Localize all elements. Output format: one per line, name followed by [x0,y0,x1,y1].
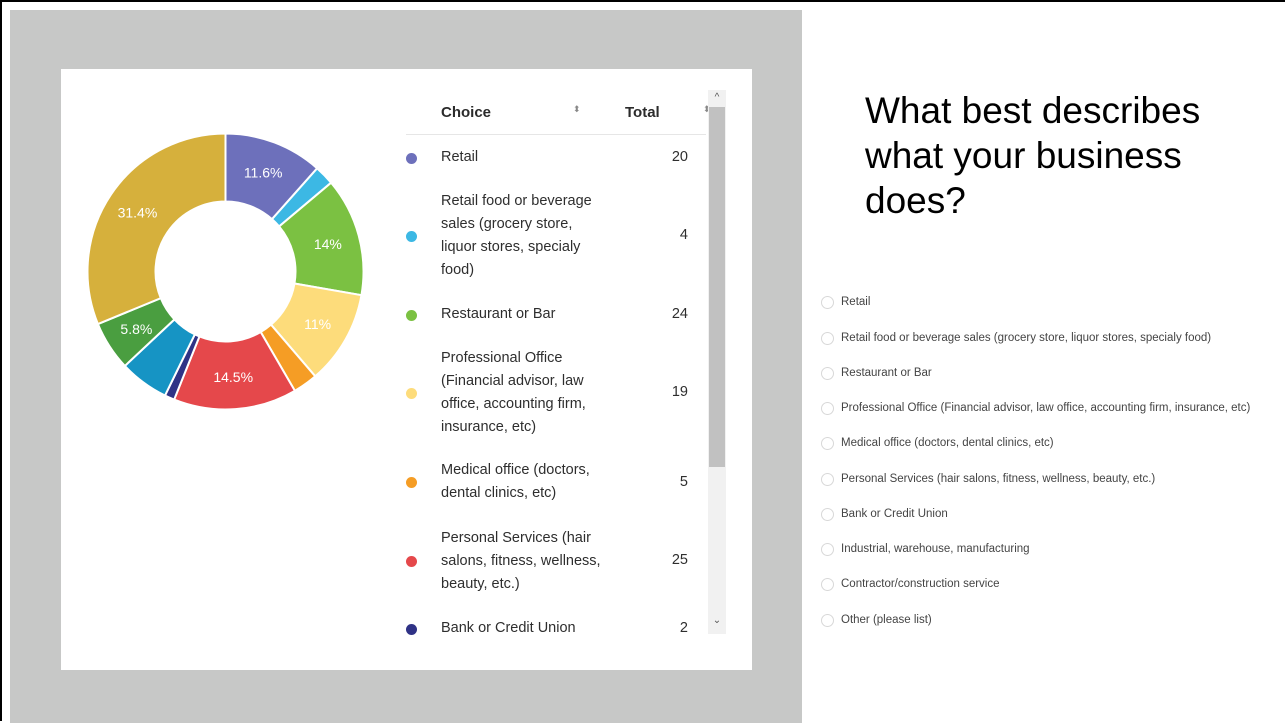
choice-cell: Professional Office (Financial advisor, … [441,350,586,435]
choice-cell: Personal Services (hair salons, fitness,… [441,530,601,592]
slice-data-label: 14% [314,236,342,252]
option-label: Retail food or beverage sales (grocery s… [841,332,1212,344]
choice-column-header[interactable]: Choice [441,104,491,121]
table-row: Retail 20 [406,146,706,170]
option-label: Professional Office (Financial advisor, … [841,402,1251,414]
legend-color-dot [406,477,417,488]
choice-cell: Bank or Credit Union [441,620,576,635]
slice-data-label: 31.4% [118,205,158,221]
choice-cell: Restaurant or Bar [441,306,556,322]
table-row: Medical office (doctors, dental clinics,… [406,459,706,505]
legend-color-dot [406,153,417,164]
slice-data-label: 11.6% [244,164,283,180]
option-label: Personal Services (hair salons, fitness,… [841,473,1156,485]
legend-color-dot [406,624,417,635]
slide: 11.6% 14% 11% 14.5% 5.8% 31.4% Choice ⬍ Total… [0,0,1285,723]
table-row: Professional Office (Financial advisor, … [406,347,706,439]
legend-color-dot [406,388,417,399]
question-title: What best describes what your business d… [865,90,1201,221]
scroll-up-icon[interactable]: ^ [708,92,726,103]
sort-icon[interactable]: ⬍ [573,105,581,114]
legend-color-dot [406,231,417,242]
legend-color-dot [406,556,417,567]
table-row: Personal Services (hair salons, fitness,… [406,527,706,596]
radio-button[interactable] [821,543,834,556]
table-row: Retail food or beverage sales (grocery s… [406,190,706,282]
legend-color-dot [406,310,417,321]
table-scrollbar[interactable]: ^ ⌄ [708,90,726,634]
choice-cell: Medical office (doctors, dental clinics,… [441,462,590,501]
radio-button[interactable] [821,473,834,486]
total-cell: 5 [679,474,688,490]
radio-button[interactable] [821,437,834,450]
radio-button[interactable] [821,367,834,380]
option-label: Industrial, warehouse, manufacturing [841,543,1030,555]
total-cell: 19 [671,384,688,400]
scroll-down-icon[interactable]: ⌄ [708,615,726,626]
slice-data-label: 5.8% [120,321,152,337]
total-cell: 4 [679,227,688,243]
radio-button[interactable] [821,296,834,309]
radio-button[interactable] [821,508,834,521]
total-column-header[interactable]: Total [625,104,660,121]
option-label: Medical office (doctors, dental clinics,… [841,437,1054,449]
donut-slice[interactable] [86,132,227,326]
slice-data-label: 11% [304,316,331,332]
scroll-thumb[interactable] [709,107,725,467]
choice-cell: Retail food or beverage sales (grocery s… [441,193,592,278]
option-label: Restaurant or Bar [841,367,932,379]
radio-button[interactable] [821,614,834,627]
total-cell: 25 [671,552,688,568]
table-row: Bank or Credit Union 2 [406,617,706,635]
option-label: Bank or Credit Union [841,508,948,520]
radio-button[interactable] [821,402,834,415]
table-row: Restaurant or Bar 24 [406,303,706,327]
slice-data-label: 14.5% [213,369,253,385]
radio-button[interactable] [821,578,834,591]
total-cell: 2 [679,620,688,635]
radio-button[interactable] [821,332,834,345]
option-label: Other (please list) [841,614,932,626]
results-table: Choice ⬍ Total ⬍ Retail 20 Retail food o… [406,90,726,635]
option-label: Contractor/construction service [841,578,1000,590]
table-header: Choice ⬍ Total ⬍ [406,90,711,135]
total-cell: 24 [671,306,688,322]
option-label: Retail [841,296,871,308]
donut-chart: 11.6% 14% 11% 14.5% 5.8% 31.4% [86,132,365,411]
choice-cell: Retail [441,149,479,165]
total-cell: 20 [671,149,688,165]
